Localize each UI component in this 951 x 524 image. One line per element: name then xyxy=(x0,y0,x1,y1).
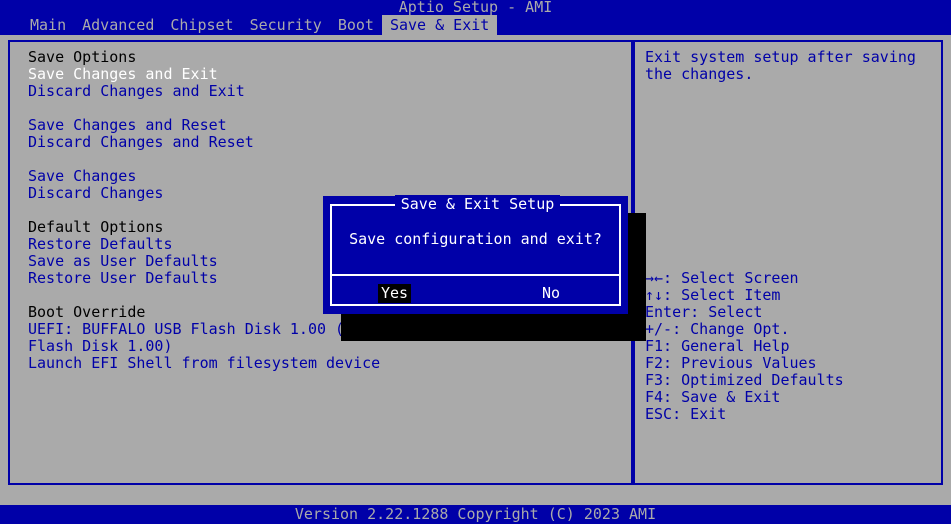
dialog-title-text: Save & Exit Setup xyxy=(394,195,561,213)
help-key-esc-exit: ESC: Exit xyxy=(645,405,727,423)
tab-boot[interactable]: Boot xyxy=(330,15,382,35)
tab-chipset[interactable]: Chipset xyxy=(162,15,241,35)
dialog-title: Save & Exit Setup xyxy=(332,195,623,213)
menu-item-launch-efi-shell[interactable]: Launch EFI Shell from filesystem device xyxy=(28,355,380,372)
section-heading-default-options: Default Options xyxy=(28,218,164,236)
menu-item-save-changes-and-reset[interactable]: Save Changes and Reset xyxy=(28,117,227,134)
help-description-line-1: Exit system setup after saving xyxy=(645,48,916,66)
dialog-border: Save & Exit Setup xyxy=(330,195,621,306)
menu-item-restore-user-defaults[interactable]: Restore User Defaults xyxy=(28,270,218,287)
save-and-exit-dialog: Save & Exit Setup Save configuration and… xyxy=(323,195,628,314)
tab-main[interactable]: Main xyxy=(22,15,74,35)
menu-item-save-as-user-defaults[interactable]: Save as User Defaults xyxy=(28,253,218,270)
dialog-no-button[interactable]: No xyxy=(539,284,563,303)
app-title: Aptio Setup - AMI xyxy=(0,0,951,15)
menu-item-discard-changes-and-reset[interactable]: Discard Changes and Reset xyxy=(28,134,254,151)
help-key-enter-select: Enter: Select xyxy=(645,303,763,321)
tab-advanced[interactable]: Advanced xyxy=(74,15,162,35)
section-heading-boot-override: Boot Override xyxy=(28,303,146,321)
help-description-line-2: the changes. xyxy=(645,65,754,83)
help-key-f4-save-and-exit: F4: Save & Exit xyxy=(645,388,781,406)
menu-item-save-changes[interactable]: Save Changes xyxy=(28,168,136,185)
tab-security[interactable]: Security xyxy=(242,15,330,35)
help-key-f3-optimized-defaults: F3: Optimized Defaults xyxy=(645,371,844,389)
help-key-select-screen: →←: Select Screen xyxy=(645,269,799,287)
bios-setup-screen: Aptio Setup - AMI Main Advanced Chipset Sec… xyxy=(0,0,951,524)
footer-gap xyxy=(0,497,951,505)
menu-item-uefi-buffalo-usb-flash-disk-cont[interactable]: Flash Disk 1.00) xyxy=(28,338,173,355)
menu-item-discard-changes[interactable]: Discard Changes xyxy=(28,185,163,202)
tab-save-and-exit[interactable]: Save & Exit xyxy=(381,15,498,35)
menu-item-save-changes-and-exit[interactable]: Save Changes and Exit xyxy=(28,66,218,83)
help-key-change-opt: +/-: Change Opt. xyxy=(645,320,790,338)
help-panel: Exit system setup after saving the chang… xyxy=(633,40,943,485)
help-key-f1-general-help: F1: General Help xyxy=(645,337,790,355)
help-key-select-item: ↑↓: Select Item xyxy=(645,286,781,304)
menu-item-discard-changes-and-exit[interactable]: Discard Changes and Exit xyxy=(28,83,245,100)
menu-item-restore-defaults[interactable]: Restore Defaults xyxy=(28,236,173,253)
dialog-yes-button[interactable]: Yes xyxy=(378,284,412,303)
menu-tab-bar: Main Advanced Chipset Security Boot Save & Ex… xyxy=(0,15,951,35)
help-key-f2-previous-values: F2: Previous Values xyxy=(645,354,817,372)
section-heading-save-options: Save Options xyxy=(28,48,137,66)
dialog-separator xyxy=(330,274,621,276)
footer-version: Version 2.22.1288 Copyright (C) 2023 AMI xyxy=(0,505,951,524)
dialog-message: Save configuration and exit? xyxy=(349,230,602,248)
